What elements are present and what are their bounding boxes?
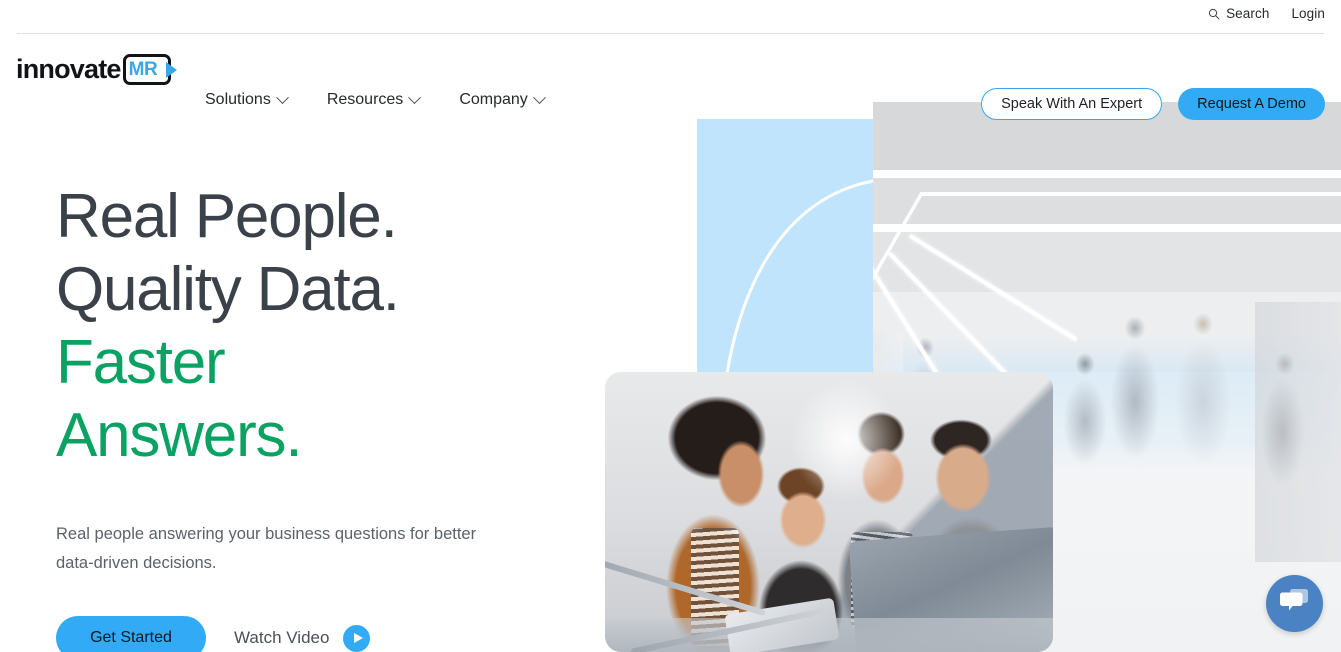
- photo-window-light: [791, 380, 901, 500]
- get-started-button[interactable]: Get Started: [56, 616, 206, 652]
- hero-foreground-team-photo: [605, 372, 1053, 652]
- nav-item-label: Company: [459, 91, 528, 108]
- background-wall-right: [1255, 302, 1341, 562]
- logo-wordmark: innovate: [16, 54, 121, 84]
- headline-line-1: Real People.: [56, 182, 398, 251]
- ceiling-panel-outline: [873, 192, 1341, 280]
- search-icon: [1208, 8, 1220, 20]
- play-icon: [343, 624, 371, 652]
- request-a-demo-button[interactable]: Request A Demo: [1178, 88, 1325, 120]
- page-title: Real People. Quality Data. Faster Answer…: [56, 180, 616, 472]
- nav-item-solutions[interactable]: Solutions: [205, 90, 289, 108]
- page-root: Search Login innovate MR Solutions Resou…: [0, 0, 1341, 652]
- photo-chair-arm-1: [605, 557, 766, 617]
- chevron-down-icon: [408, 90, 422, 104]
- search-label: Search: [1226, 6, 1270, 21]
- triangle-right-icon: [165, 61, 177, 78]
- chevron-down-icon: [275, 90, 289, 104]
- hero-subtitle: Real people answering your business ques…: [56, 525, 477, 572]
- nav-item-label: Resources: [326, 91, 404, 108]
- search-button[interactable]: Search: [1208, 7, 1269, 21]
- headline-line-3: Faster: [56, 328, 226, 397]
- nav-item-label: Solutions: [205, 91, 271, 108]
- chevron-down-icon: [532, 90, 546, 104]
- headline-line-2: Quality Data.: [56, 255, 400, 324]
- login-label: Login: [1291, 6, 1325, 21]
- hero-cta-row: Get Started Watch Video: [56, 616, 616, 652]
- chat-bubbles-icon: [1279, 586, 1311, 621]
- login-link[interactable]: Login: [1291, 7, 1325, 21]
- logo-badge-text: MR: [128, 59, 158, 80]
- nav-actions: Speak With An Expert Request A Demo: [981, 88, 1325, 120]
- nav-item-resources[interactable]: Resources: [326, 90, 422, 108]
- hero-copy: Real People. Quality Data. Faster Answer…: [56, 180, 616, 652]
- logo-badge: MR: [122, 54, 177, 85]
- speak-with-an-expert-button[interactable]: Speak With An Expert: [981, 88, 1163, 120]
- nav-item-company[interactable]: Company: [459, 90, 546, 108]
- utility-bar: Search Login: [0, 0, 1341, 33]
- headline-line-4: Answers.: [56, 401, 303, 470]
- watch-video-label: Watch Video: [234, 628, 330, 647]
- logo-innovatemr[interactable]: innovate MR: [16, 54, 177, 85]
- chat-widget-button[interactable]: [1266, 575, 1323, 632]
- main-navigation: innovate MR Solutions Resources Company …: [0, 34, 1341, 120]
- watch-video-button[interactable]: Watch Video: [234, 624, 371, 652]
- nav-items: Solutions Resources Company: [205, 90, 546, 108]
